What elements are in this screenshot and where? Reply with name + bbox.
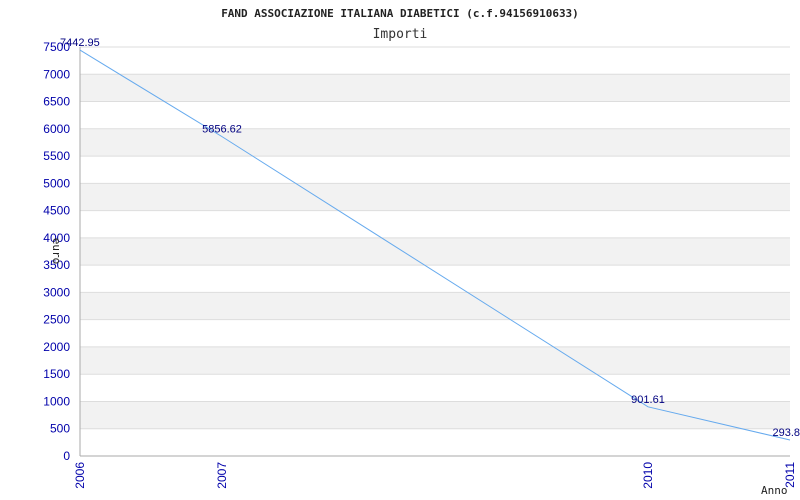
chart-title: FAND ASSOCIAZIONE ITALIANA DIABETICI (c.… <box>221 7 579 20</box>
y-tick-label: 6000 <box>43 122 70 136</box>
grid-band <box>80 237 790 266</box>
grid-band <box>80 183 790 211</box>
grid-bands <box>80 74 790 429</box>
y-tick-label: 5500 <box>43 149 70 163</box>
y-tick-label: 500 <box>50 422 70 436</box>
chart-subtitle: Importi <box>373 27 428 42</box>
grid-band <box>80 128 790 157</box>
y-tick-label: 7000 <box>43 67 70 81</box>
y-tick-label: 4500 <box>43 204 70 218</box>
x-tick-label: 2007 <box>215 462 229 489</box>
y-tick-label: 1500 <box>43 367 70 381</box>
y-tick-label: 1000 <box>43 394 70 408</box>
y-tick-label: 6500 <box>43 95 70 109</box>
y-tick-label: 3000 <box>43 285 70 299</box>
data-label: 7442.95 <box>60 37 100 49</box>
grid-band <box>80 74 790 102</box>
y-tick-label: 2500 <box>43 313 70 327</box>
x-tick-label: 2010 <box>641 462 655 489</box>
x-tick-label: 2006 <box>73 462 87 489</box>
data-label: 5856.62 <box>202 124 242 136</box>
data-label: 293.8 <box>772 427 800 439</box>
y-axis-label: euro <box>50 238 63 265</box>
y-tick-label: 2000 <box>43 340 70 354</box>
y-tick-label: 0 <box>63 449 70 463</box>
x-tick-labels: 2006 2007 2010 2011 <box>73 462 797 489</box>
data-label: 901.61 <box>631 394 665 406</box>
y-tick-label: 5000 <box>43 176 70 190</box>
x-axis-label: Anno <box>761 484 788 497</box>
grid-band <box>80 346 790 375</box>
grid-band <box>80 292 790 320</box>
line-chart: 0500100015002000250030003500400045005000… <box>43 7 800 497</box>
